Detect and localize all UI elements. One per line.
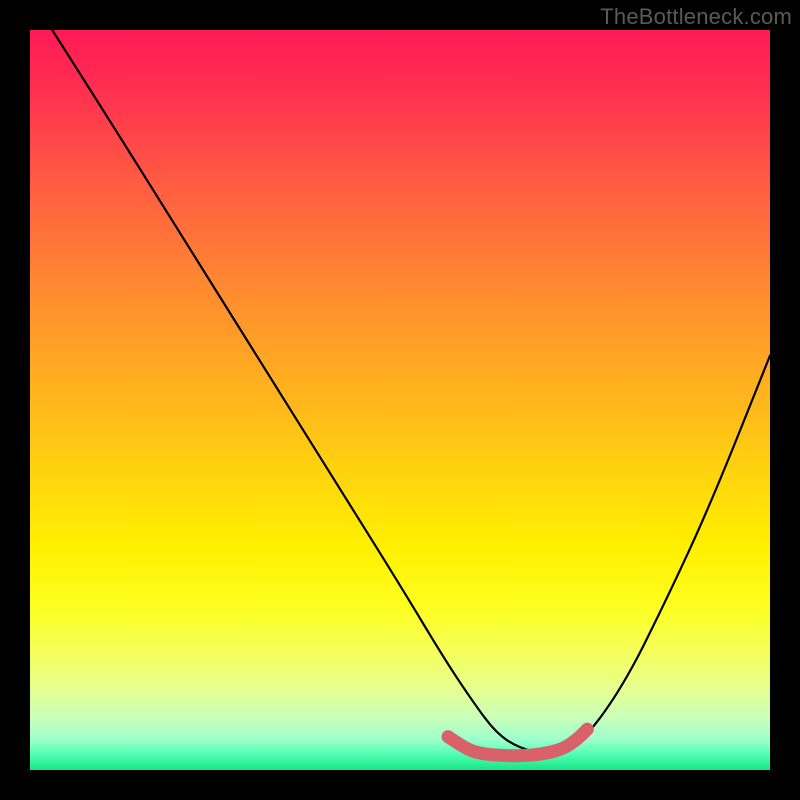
highlight-dot-end bbox=[581, 723, 594, 736]
watermark-text: TheBottleneck.com bbox=[600, 4, 792, 30]
highlight-segment bbox=[448, 729, 587, 755]
curve-layer bbox=[30, 30, 770, 770]
highlight-dot-start bbox=[442, 730, 455, 743]
main-curve bbox=[52, 30, 770, 753]
chart-frame: TheBottleneck.com bbox=[0, 0, 800, 800]
plot-area bbox=[30, 30, 770, 770]
